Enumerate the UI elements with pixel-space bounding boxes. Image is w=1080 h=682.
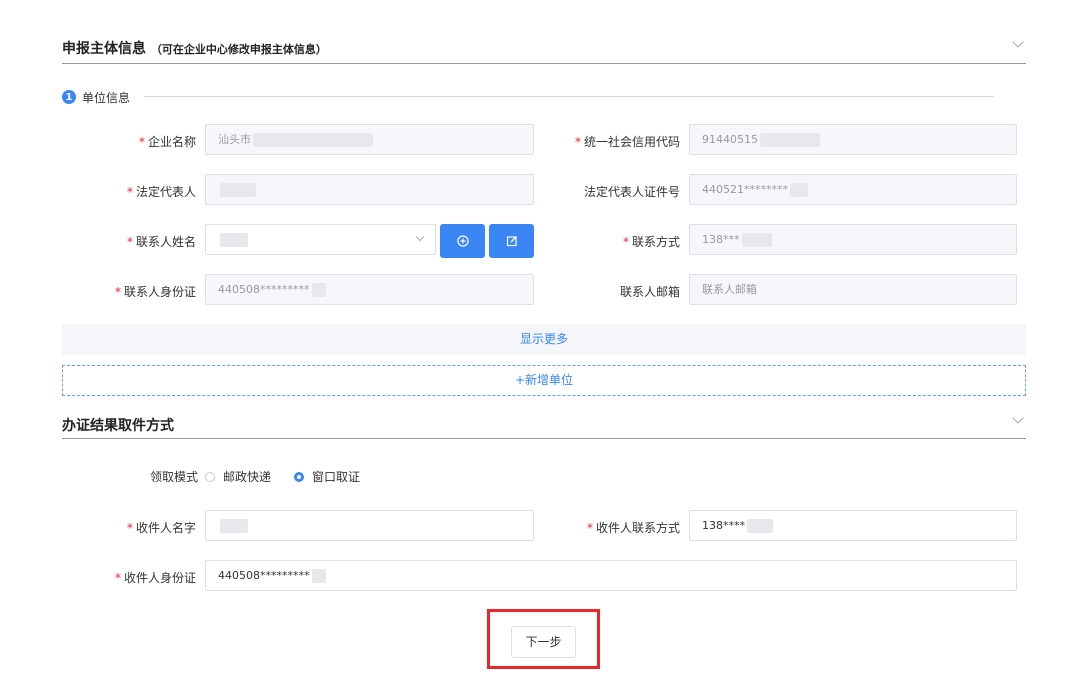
receiver-phone-value: 138**** xyxy=(702,519,745,532)
chevron-down-icon xyxy=(415,232,425,242)
redacted-block xyxy=(220,519,248,533)
radio-postal-label[interactable]: 邮政快递 xyxy=(223,468,271,485)
company-name-field[interactable]: 汕头市 xyxy=(205,124,534,155)
step-number-badge: 1 xyxy=(62,90,76,104)
contact-id-value: 440508********* xyxy=(218,283,310,296)
contact-email-field[interactable]: 联系人邮箱 xyxy=(689,274,1017,305)
contact-id-field[interactable]: 440508********* xyxy=(205,274,534,305)
section-divider xyxy=(62,63,1026,64)
chevron-down-icon[interactable] xyxy=(1012,36,1024,48)
label-contact-phone: * 联系方式 xyxy=(622,235,680,249)
label-legal-rep-id: 法定代表人证件号 xyxy=(583,185,680,199)
redacted-block xyxy=(747,519,773,533)
label-contact-email: 联系人邮箱 xyxy=(619,285,680,299)
credit-code-value: 91440515 xyxy=(702,133,758,146)
section-title-text: 申报主体信息 xyxy=(62,41,146,57)
section-title-pickup: 办证结果取件方式 xyxy=(62,418,174,434)
section-divider xyxy=(62,438,1026,439)
contact-name-select[interactable] xyxy=(205,224,436,255)
step-divider xyxy=(144,96,994,97)
label-contact-id: * 联系人身份证 xyxy=(114,285,196,299)
receiver-name-input[interactable] xyxy=(205,510,534,541)
label-receiver-id: * 收件人身份证 xyxy=(114,571,196,585)
label-credit-code: * 统一社会信用代码 xyxy=(574,135,680,149)
redacted-block xyxy=(220,183,256,197)
step-label: 单位信息 xyxy=(82,91,131,105)
add-unit-button[interactable]: +新增单位 xyxy=(62,365,1026,396)
radio-window-label[interactable]: 窗口取证 xyxy=(312,468,360,485)
receiver-id-value: 440508********* xyxy=(218,569,310,582)
redacted-block xyxy=(741,233,772,247)
pickup-mode-label: 领取模式 xyxy=(150,470,199,484)
label-company-name: * 企业名称 xyxy=(138,135,196,149)
edit-icon xyxy=(506,236,517,247)
radio-window[interactable] xyxy=(294,472,304,482)
label-contact-name: * 联系人姓名 xyxy=(126,235,196,249)
section-hint: （可在企业中心修改申报主体信息） xyxy=(150,43,327,56)
add-contact-button[interactable] xyxy=(440,224,485,258)
credit-code-field[interactable]: 91440515 xyxy=(689,124,1017,155)
edit-contact-button[interactable] xyxy=(489,224,534,258)
legal-rep-field[interactable] xyxy=(205,174,534,205)
label-receiver-name: * 收件人名字 xyxy=(126,521,196,535)
redacted-block xyxy=(220,233,248,247)
plus-circle-icon xyxy=(456,235,469,247)
contact-email-placeholder: 联系人邮箱 xyxy=(702,283,757,296)
redacted-block xyxy=(760,133,820,147)
company-name-value: 汕头市 xyxy=(218,133,251,146)
redacted-block xyxy=(311,283,326,297)
section-title-applicant: 申报主体信息 （可在企业中心修改申报主体信息） xyxy=(62,38,327,58)
redacted-block xyxy=(311,569,326,583)
legal-rep-id-value: 440521******** xyxy=(702,183,788,196)
label-legal-rep: * 法定代表人 xyxy=(126,185,196,199)
redacted-block xyxy=(253,133,373,147)
contact-phone-value: 138*** xyxy=(702,233,740,246)
chevron-down-icon[interactable] xyxy=(1012,412,1024,424)
radio-postal[interactable] xyxy=(205,472,215,482)
receiver-phone-input[interactable]: 138**** xyxy=(689,510,1017,541)
legal-rep-id-field[interactable]: 440521******** xyxy=(689,174,1017,205)
label-receiver-phone: * 收件人联系方式 xyxy=(586,521,680,535)
contact-phone-field[interactable]: 138*** xyxy=(689,224,1017,255)
receiver-id-input[interactable]: 440508********* xyxy=(205,560,1017,591)
next-step-button[interactable]: 下一步 xyxy=(511,626,576,658)
redacted-block xyxy=(790,183,808,197)
show-more-button[interactable]: 显示更多 xyxy=(62,324,1026,355)
